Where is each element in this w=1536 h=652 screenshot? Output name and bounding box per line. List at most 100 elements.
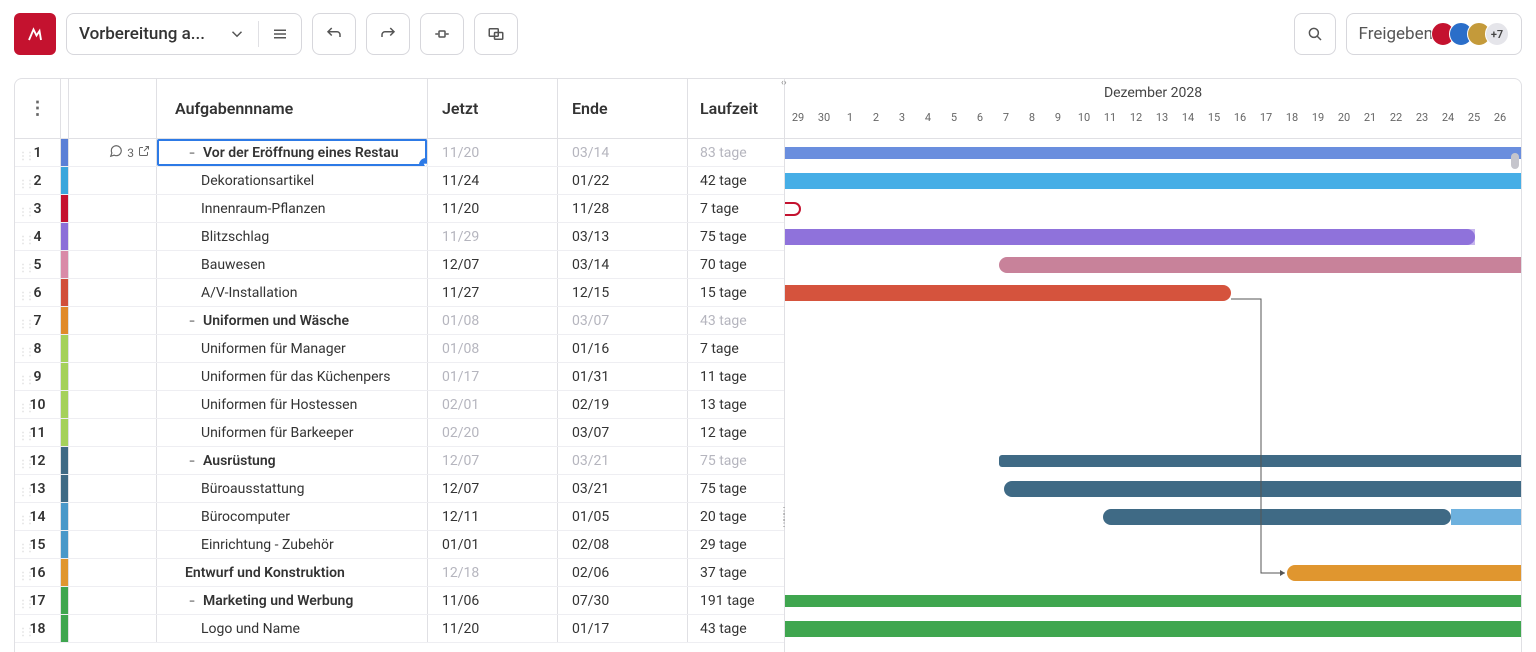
start-date-cell[interactable]: 11/24 <box>428 167 558 194</box>
cell-fill-handle[interactable]: ▾ <box>419 158 428 166</box>
collapse-icon[interactable]: − <box>185 455 199 468</box>
task-name-cell[interactable]: Bürocomputer <box>157 503 428 530</box>
task-name-cell[interactable]: −Vor der Eröffnung eines Restau▾ <box>157 139 428 166</box>
drag-handle-icon[interactable] <box>18 455 26 467</box>
task-name-cell[interactable]: Blitzschlag <box>157 223 428 250</box>
task-name-cell[interactable]: A/V-Installation <box>157 279 428 306</box>
gantt-row[interactable] <box>785 615 1521 643</box>
drag-handle-icon[interactable] <box>18 371 26 383</box>
table-row[interactable]: 15Einrichtung - Zubehör01/0102/0829 tage <box>15 531 784 559</box>
duration-cell[interactable]: 43 tage <box>688 307 784 334</box>
task-name-cell[interactable]: Einrichtung - Zubehör <box>157 531 428 558</box>
row-menu-header[interactable]: ⋮ <box>15 79 61 138</box>
duration-cell[interactable]: 83 tage <box>688 139 784 166</box>
gantt-row[interactable] <box>785 223 1521 251</box>
row-number[interactable]: 15 <box>15 531 61 558</box>
wbs-cell[interactable] <box>69 335 157 362</box>
wbs-cell[interactable] <box>69 223 157 250</box>
vertical-scrollbar[interactable] <box>1511 153 1519 169</box>
gantt-bar[interactable] <box>999 257 1521 273</box>
gantt-bar[interactable] <box>1287 565 1521 581</box>
gantt-bar[interactable] <box>1004 481 1521 497</box>
row-number[interactable]: 14 <box>15 503 61 530</box>
layout-button[interactable] <box>474 13 518 55</box>
drag-handle-icon[interactable] <box>18 203 26 215</box>
row-number[interactable]: 7 <box>15 307 61 334</box>
gantt-bar[interactable] <box>785 202 801 216</box>
drag-handle-icon[interactable] <box>18 595 26 607</box>
table-row[interactable]: 3Innenraum-Pflanzen11/2011/287 tage <box>15 195 784 223</box>
row-number[interactable]: 9 <box>15 363 61 390</box>
task-name-cell[interactable]: Innenraum-Pflanzen <box>157 195 428 222</box>
drag-handle-icon[interactable] <box>18 175 26 187</box>
gantt-bar[interactable] <box>785 285 1231 301</box>
table-row[interactable]: 13−Vor der Eröffnung eines Restau▾11/200… <box>15 139 784 167</box>
wbs-cell[interactable]: 3 <box>69 139 157 166</box>
start-date-cell[interactable]: 02/20 <box>428 419 558 446</box>
duration-cell[interactable]: 11 tage <box>688 363 784 390</box>
table-row[interactable]: 17−Marketing und Werbung11/0607/30191 ta… <box>15 587 784 615</box>
redo-button[interactable] <box>366 13 410 55</box>
start-date-cell[interactable]: 11/06 <box>428 587 558 614</box>
collaborator-avatars[interactable]: +7 <box>1437 22 1509 46</box>
table-row[interactable]: 5Bauwesen12/0703/1470 tage <box>15 251 784 279</box>
gantt-bar[interactable] <box>785 147 1521 159</box>
gantt-row[interactable] <box>785 167 1521 195</box>
wbs-cell[interactable] <box>69 587 157 614</box>
gantt-row[interactable] <box>785 419 1521 447</box>
table-row[interactable]: 12−Ausrüstung12/0703/2175 tage <box>15 447 784 475</box>
duration-cell[interactable]: 20 tage <box>688 503 784 530</box>
gantt-bar[interactable] <box>785 173 1521 189</box>
row-number[interactable]: 10 <box>15 391 61 418</box>
collapse-icon[interactable]: − <box>185 595 199 608</box>
wbs-cell[interactable] <box>69 307 157 334</box>
task-name-cell[interactable]: Uniformen für das Küchenpers <box>157 363 428 390</box>
end-date-cell[interactable]: 03/13 <box>558 223 688 250</box>
collapse-icon[interactable]: − <box>185 315 199 328</box>
table-row[interactable]: 13Büroausstattung12/0703/2175 tage <box>15 475 784 503</box>
start-date-cell[interactable]: 12/18 <box>428 559 558 586</box>
duration-cell[interactable]: 29 tage <box>688 531 784 558</box>
comment-icon[interactable] <box>109 144 123 161</box>
task-name-cell[interactable]: Uniformen für Manager <box>157 335 428 362</box>
gantt-bar[interactable] <box>785 595 1521 607</box>
wbs-cell[interactable] <box>69 391 157 418</box>
drag-handle-icon[interactable] <box>18 287 26 299</box>
task-name-cell[interactable]: Entwurf und Konstruktion <box>157 559 428 586</box>
start-date-cell[interactable]: 12/11 <box>428 503 558 530</box>
drag-handle-icon[interactable] <box>18 315 26 327</box>
duration-cell[interactable]: 37 tage <box>688 559 784 586</box>
start-date-cell[interactable]: 11/20 <box>428 615 558 642</box>
table-row[interactable]: 18Logo und Name11/2001/1743 tage <box>15 615 784 643</box>
duration-cell[interactable]: 15 tage <box>688 279 784 306</box>
gantt-row[interactable] <box>785 335 1521 363</box>
end-date-cell[interactable]: 01/31 <box>558 363 688 390</box>
wbs-cell[interactable] <box>69 503 157 530</box>
row-number[interactable]: 2 <box>15 167 61 194</box>
table-row[interactable]: 10Uniformen für Hostessen02/0102/1913 ta… <box>15 391 784 419</box>
duration-cell[interactable]: 75 tage <box>688 475 784 502</box>
row-number[interactable]: 5 <box>15 251 61 278</box>
table-row[interactable]: 16Entwurf und Konstruktion12/1802/0637 t… <box>15 559 784 587</box>
duration-cell[interactable]: 7 tage <box>688 195 784 222</box>
wbs-cell[interactable] <box>69 419 157 446</box>
table-row[interactable]: 14Bürocomputer12/1101/0520 tage <box>15 503 784 531</box>
task-name-cell[interactable]: Bauwesen <box>157 251 428 278</box>
share-button[interactable]: Freigeben +7 <box>1346 13 1522 55</box>
gantt-bar[interactable] <box>785 229 1475 245</box>
table-row[interactable]: 7−Uniformen und Wäsche01/0803/0743 tage <box>15 307 784 335</box>
gantt-row[interactable] <box>785 279 1521 307</box>
project-title-dropdown[interactable]: Vorbereitung a... <box>66 13 302 55</box>
wbs-cell[interactable] <box>69 195 157 222</box>
gantt-row[interactable] <box>785 447 1521 475</box>
row-number[interactable]: 16 <box>15 559 61 586</box>
end-date-cell[interactable]: 03/07 <box>558 419 688 446</box>
gantt-row[interactable] <box>785 531 1521 559</box>
undo-button[interactable] <box>312 13 356 55</box>
end-date-cell[interactable]: 12/15 <box>558 279 688 306</box>
task-name-cell[interactable]: Büroausstattung <box>157 475 428 502</box>
row-number[interactable]: 12 <box>15 447 61 474</box>
duration-cell[interactable]: 7 tage <box>688 335 784 362</box>
end-date-cell[interactable]: 03/21 <box>558 447 688 474</box>
end-date-cell[interactable]: 01/22 <box>558 167 688 194</box>
